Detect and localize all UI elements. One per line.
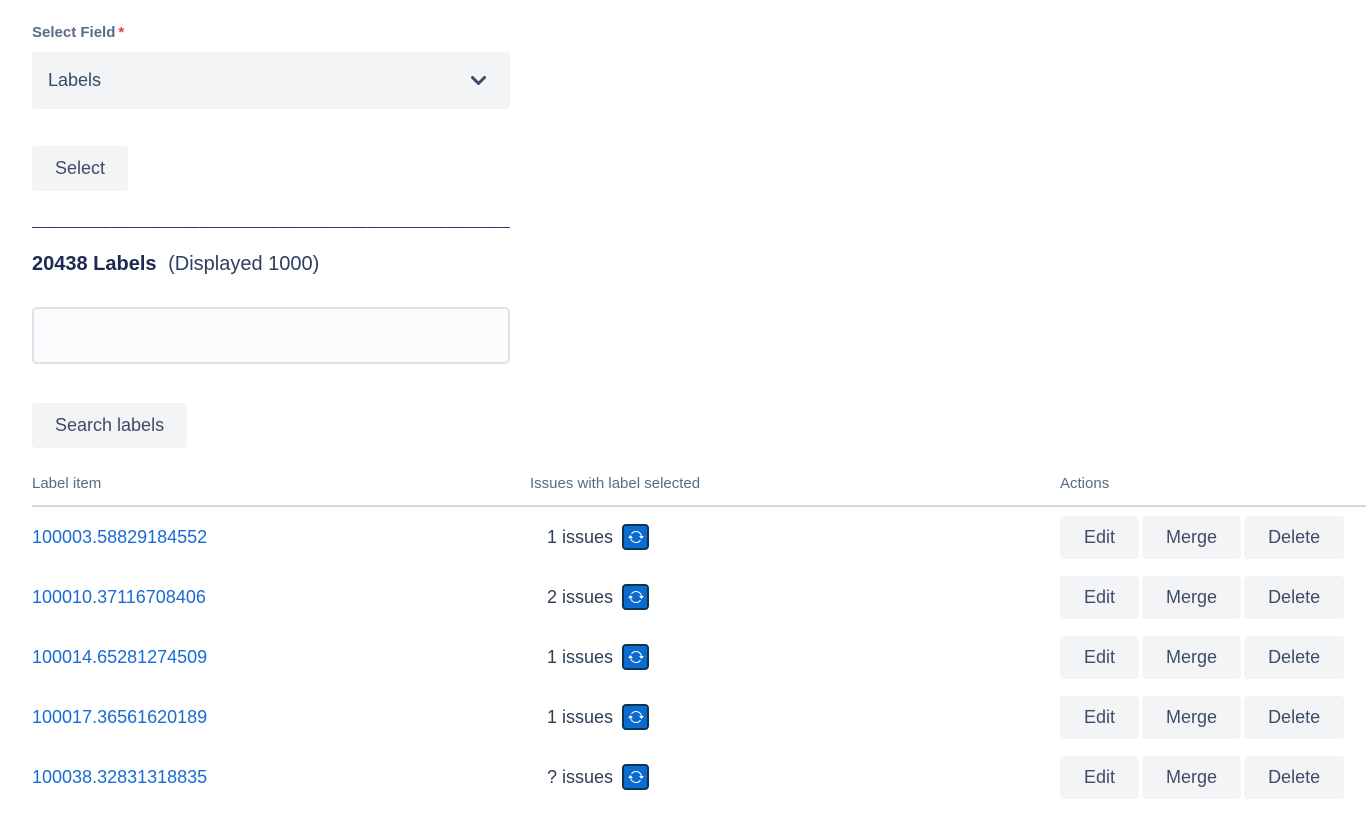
edit-button[interactable]: Edit	[1060, 696, 1139, 739]
refresh-icon	[628, 529, 644, 545]
label-link[interactable]: 100003.58829184552	[32, 527, 207, 547]
labels-count-heading: 20438 Labels (Displayed 1000)	[32, 253, 1366, 276]
issues-cell: 1 issues	[530, 524, 1060, 550]
issues-cell: 1 issues	[530, 644, 1060, 670]
edit-button[interactable]: Edit	[1060, 576, 1139, 619]
table-row: 100014.65281274509 1 issues EditMergeDel…	[32, 627, 1366, 687]
delete-button[interactable]: Delete	[1244, 576, 1344, 619]
row-actions: EditMergeDelete	[1060, 516, 1366, 559]
section-divider: ________________________________________…	[32, 212, 510, 230]
label-manager-page: Select Field* Labels Select ____________…	[0, 0, 1366, 807]
table-row: 100038.32831318835 ? issues EditMergeDel…	[32, 747, 1366, 807]
label-cell: 100017.36561620189	[32, 707, 530, 728]
select-button[interactable]: Select	[32, 146, 128, 191]
labels-table-header: Label item Issues with label selected Ac…	[32, 475, 1366, 507]
column-header-issues: Issues with label selected	[530, 475, 1060, 492]
row-actions: EditMergeDelete	[1060, 576, 1366, 619]
search-labels-button[interactable]: Search labels	[32, 403, 187, 448]
delete-button[interactable]: Delete	[1244, 696, 1344, 739]
refresh-icon	[628, 769, 644, 785]
delete-button[interactable]: Delete	[1244, 636, 1344, 679]
label-cell: 100010.37116708406	[32, 587, 530, 608]
row-actions: EditMergeDelete	[1060, 636, 1366, 679]
field-dropdown[interactable]: Labels	[32, 52, 510, 109]
refresh-issues-button[interactable]	[622, 704, 649, 730]
field-dropdown-value: Labels	[48, 70, 101, 91]
row-actions: EditMergeDelete	[1060, 756, 1366, 799]
issues-count: 1 issues	[547, 527, 613, 548]
label-search-input[interactable]	[32, 307, 510, 364]
table-row: 100017.36561620189 1 issues EditMergeDel…	[32, 687, 1366, 747]
select-field-label-text: Select Field	[32, 24, 115, 41]
chevron-down-icon	[471, 76, 486, 86]
labels-count: 20438 Labels	[32, 253, 157, 275]
label-link[interactable]: 100017.36561620189	[32, 707, 207, 727]
label-cell: 100038.32831318835	[32, 767, 530, 788]
row-actions: EditMergeDelete	[1060, 696, 1366, 739]
issues-cell: 2 issues	[530, 584, 1060, 610]
refresh-icon	[628, 589, 644, 605]
refresh-issues-button[interactable]	[622, 764, 649, 790]
required-marker: *	[118, 24, 124, 41]
issues-count: 1 issues	[547, 707, 613, 728]
table-row: 100010.37116708406 2 issues EditMergeDel…	[32, 567, 1366, 627]
column-header-label-item: Label item	[32, 475, 530, 492]
refresh-icon	[628, 709, 644, 725]
label-link[interactable]: 100038.32831318835	[32, 767, 207, 787]
label-cell: 100003.58829184552	[32, 527, 530, 548]
edit-button[interactable]: Edit	[1060, 636, 1139, 679]
issues-count: 1 issues	[547, 647, 613, 668]
merge-button[interactable]: Merge	[1142, 696, 1241, 739]
label-link[interactable]: 100014.65281274509	[32, 647, 207, 667]
table-row: 100003.58829184552 1 issues EditMergeDel…	[32, 507, 1366, 567]
label-cell: 100014.65281274509	[32, 647, 530, 668]
column-header-actions: Actions	[1060, 475, 1366, 492]
merge-button[interactable]: Merge	[1142, 516, 1241, 559]
delete-button[interactable]: Delete	[1244, 516, 1344, 559]
merge-button[interactable]: Merge	[1142, 576, 1241, 619]
refresh-issues-button[interactable]	[622, 584, 649, 610]
refresh-icon	[628, 649, 644, 665]
issues-count: 2 issues	[547, 587, 613, 608]
edit-button[interactable]: Edit	[1060, 756, 1139, 799]
refresh-issues-button[interactable]	[622, 644, 649, 670]
edit-button[interactable]: Edit	[1060, 516, 1139, 559]
label-table-body: 100003.58829184552 1 issues EditMergeDel…	[32, 507, 1366, 807]
refresh-issues-button[interactable]	[622, 524, 649, 550]
label-link[interactable]: 100010.37116708406	[32, 587, 206, 607]
labels-table: Label item Issues with label selected Ac…	[32, 475, 1366, 807]
select-field-label: Select Field*	[32, 24, 1366, 41]
labels-displayed-count: (Displayed 1000)	[168, 253, 319, 275]
issues-count: ? issues	[547, 767, 613, 788]
issues-cell: 1 issues	[530, 704, 1060, 730]
merge-button[interactable]: Merge	[1142, 756, 1241, 799]
merge-button[interactable]: Merge	[1142, 636, 1241, 679]
delete-button[interactable]: Delete	[1244, 756, 1344, 799]
issues-cell: ? issues	[530, 764, 1060, 790]
